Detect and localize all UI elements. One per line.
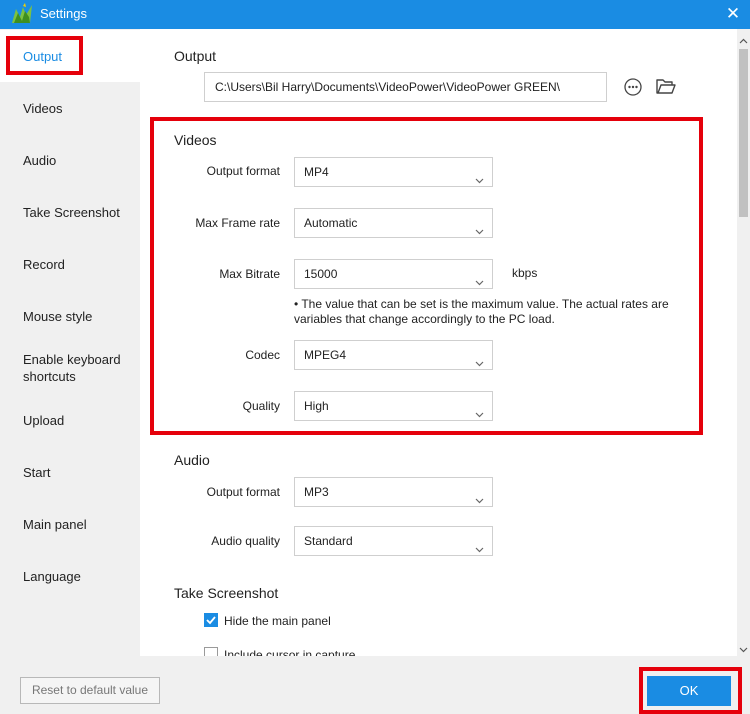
chevron-down-icon	[475, 536, 484, 553]
bitrate-label: Max Bitrate	[219, 267, 280, 281]
settings-content: Output C:\Users\Bil Harry\Documents\Vide…	[140, 29, 737, 656]
footer: Reset to default value OK	[0, 656, 750, 714]
codec-select[interactable]: MPEG4	[294, 340, 493, 370]
sidebar-item-output[interactable]: Output	[0, 30, 140, 82]
include-cursor-checkbox[interactable]	[204, 647, 218, 656]
select-value: MPEG4	[304, 348, 347, 362]
sidebar-item-language[interactable]: Language	[0, 550, 140, 602]
chevron-down-icon	[475, 269, 484, 286]
title-bar: Settings ✕	[0, 0, 750, 29]
hide-main-panel-label: Hide the main panel	[224, 614, 331, 628]
scroll-down-icon[interactable]	[739, 642, 748, 653]
sidebar-item-record[interactable]: Record	[0, 238, 140, 290]
sidebar-item-mouse-style[interactable]: Mouse style	[0, 290, 140, 342]
select-value: MP4	[304, 165, 329, 179]
audio-quality-label: Audio quality	[211, 534, 280, 548]
check-icon	[206, 616, 216, 625]
quality-select[interactable]: High	[294, 391, 493, 421]
close-icon[interactable]: ✕	[716, 0, 750, 29]
bitrate-note: • The value that can be set is the maxim…	[294, 297, 669, 326]
screenshot-section-title: Take Screenshot	[174, 585, 279, 601]
include-cursor-label: Include cursor in capture	[224, 648, 356, 656]
sidebar-item-label: Main panel	[23, 516, 87, 532]
audio-quality-select[interactable]: Standard	[294, 526, 493, 556]
sidebar-item-label: Enable keyboard shortcuts	[23, 352, 121, 384]
select-value: Standard	[304, 534, 353, 548]
sidebar-item-label: Start	[23, 464, 51, 480]
audio-output-format-label: Output format	[206, 485, 280, 499]
select-value: High	[304, 399, 329, 413]
sidebar-item-videos[interactable]: Videos	[0, 82, 140, 134]
sidebar-item-take-screenshot[interactable]: Take Screenshot	[0, 186, 140, 238]
video-output-format-select[interactable]: MP4	[294, 157, 493, 187]
sidebar-item-keyboard-shortcuts[interactable]: Enable keyboard shortcuts	[0, 342, 138, 394]
quality-label: Quality	[242, 399, 280, 413]
sidebar-item-label: Videos	[23, 100, 63, 116]
sidebar-item-start[interactable]: Start	[0, 446, 140, 498]
select-value: MP3	[304, 485, 329, 499]
reset-default-button[interactable]: Reset to default value	[20, 677, 160, 704]
output-path-field[interactable]: C:\Users\Bil Harry\Documents\VideoPower\…	[204, 72, 607, 102]
window-title: Settings	[40, 6, 87, 21]
sidebar-item-label: Output	[23, 48, 63, 64]
select-value: 15000	[304, 267, 338, 281]
scroll-up-icon[interactable]	[739, 34, 748, 44]
app-logo-icon	[10, 3, 34, 25]
frame-rate-select[interactable]: Automatic	[294, 208, 493, 238]
sidebar-item-label: Record	[23, 256, 65, 272]
chevron-down-icon	[475, 167, 484, 184]
chevron-down-icon	[475, 401, 484, 418]
folder-open-icon[interactable]	[655, 76, 677, 98]
audio-section-title: Audio	[174, 452, 210, 468]
sidebar: Output Videos Audio Take Screenshot Reco…	[0, 29, 140, 656]
output-section-title: Output	[174, 48, 217, 64]
select-value: Automatic	[304, 216, 358, 230]
sidebar-item-main-panel[interactable]: Main panel	[0, 498, 140, 550]
sidebar-item-label: Mouse style	[23, 308, 93, 324]
frame-rate-label: Max Frame rate	[195, 216, 280, 230]
sidebar-item-label: Upload	[23, 412, 65, 428]
videos-section-title: Videos	[174, 132, 217, 148]
codec-label: Codec	[245, 348, 280, 362]
output-format-label: Output format	[206, 164, 280, 178]
bitrate-unit: kbps	[512, 266, 538, 280]
chevron-down-icon	[475, 350, 484, 367]
audio-output-format-select[interactable]: MP3	[294, 477, 493, 507]
hide-main-panel-checkbox[interactable]	[204, 613, 218, 627]
scrollbar-thumb[interactable]	[739, 49, 748, 217]
sidebar-item-label: Take Screenshot	[23, 204, 120, 220]
sidebar-item-label: Language	[23, 568, 81, 584]
more-options-icon[interactable]	[622, 76, 644, 98]
sidebar-item-audio[interactable]: Audio	[0, 134, 140, 186]
bitrate-select[interactable]: 15000	[294, 259, 493, 289]
ok-button[interactable]: OK	[647, 676, 731, 706]
vertical-scrollbar[interactable]	[737, 29, 750, 656]
sidebar-item-label: Audio	[23, 152, 57, 168]
chevron-down-icon	[475, 487, 484, 504]
chevron-down-icon	[475, 218, 484, 235]
sidebar-item-upload[interactable]: Upload	[0, 394, 140, 446]
